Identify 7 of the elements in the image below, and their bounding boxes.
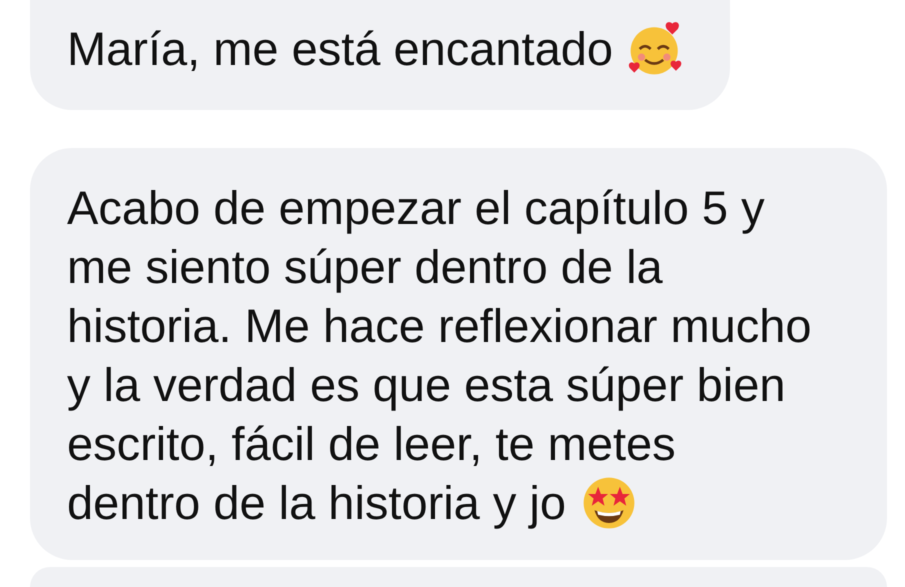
message-text: historia. Me hace reflexionar mucho bbox=[67, 298, 812, 354]
message-text: María, me está encantado bbox=[67, 21, 614, 77]
message-text: y la verdad es que esta súper bien bbox=[67, 357, 786, 413]
message-text: dentro de la historia y jo bbox=[67, 475, 566, 531]
message-text: me siento súper dentro de la bbox=[67, 239, 663, 295]
message-text: escrito, fácil de leer, te metes bbox=[67, 416, 676, 472]
message-text: Acabo de empezar el capítulo 5 y bbox=[67, 180, 765, 236]
